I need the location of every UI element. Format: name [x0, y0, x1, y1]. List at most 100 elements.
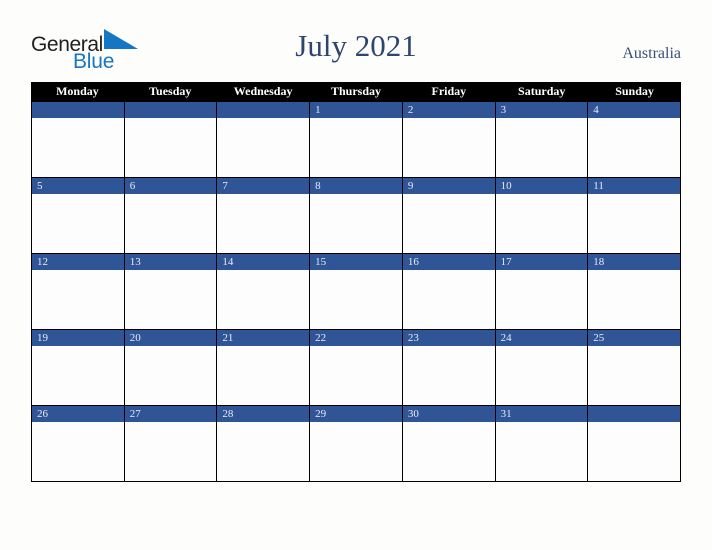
day-notes-area[interactable]	[217, 346, 309, 405]
day-cell[interactable]: 2	[402, 101, 496, 177]
day-notes-area[interactable]	[310, 346, 402, 405]
day-number: 11	[588, 178, 680, 194]
day-notes-area[interactable]	[32, 270, 124, 329]
day-notes-area[interactable]	[403, 194, 495, 253]
day-cell[interactable]: 5	[32, 177, 125, 253]
day-cell[interactable]: 28	[217, 405, 311, 481]
day-cell[interactable]	[124, 101, 218, 177]
day-number: 18	[588, 254, 680, 270]
day-notes-area[interactable]	[125, 194, 217, 253]
day-notes-area[interactable]	[32, 346, 124, 405]
day-notes-area[interactable]	[403, 422, 495, 481]
day-number: 30	[402, 406, 495, 422]
calendar-grid: Monday Tuesday Wednesday Thursday Friday…	[31, 82, 681, 482]
week-row: 1 2 3 4	[32, 101, 681, 177]
day-notes-area[interactable]	[125, 422, 217, 481]
day-number: 20	[124, 330, 217, 346]
day-notes-area[interactable]	[32, 118, 124, 177]
day-notes-area[interactable]	[588, 118, 680, 177]
day-cell[interactable]: 9	[402, 177, 496, 253]
day-notes-area[interactable]	[403, 118, 495, 177]
day-cell[interactable]	[588, 405, 681, 481]
day-number: 6	[124, 178, 217, 194]
day-notes-area[interactable]	[588, 194, 680, 253]
day-cell[interactable]: 18	[588, 253, 681, 329]
day-cell[interactable]: 8	[310, 177, 403, 253]
day-cell[interactable]: 24	[495, 329, 589, 405]
day-notes-area[interactable]	[496, 118, 588, 177]
week-row: 5 6 7 8 9 10 11	[32, 177, 681, 253]
day-notes-area[interactable]	[310, 422, 402, 481]
day-cell[interactable]: 21	[217, 329, 311, 405]
day-number: 26	[32, 406, 124, 422]
day-number: 8	[310, 178, 402, 194]
day-notes-area[interactable]	[496, 270, 588, 329]
day-cell[interactable]: 31	[495, 405, 589, 481]
day-notes-area[interactable]	[310, 194, 402, 253]
day-notes-area[interactable]	[588, 422, 680, 481]
day-notes-area[interactable]	[217, 118, 309, 177]
day-number: 1	[310, 102, 402, 118]
day-number: 3	[495, 102, 588, 118]
day-number: 21	[217, 330, 310, 346]
day-notes-area[interactable]	[32, 194, 124, 253]
day-number: 10	[495, 178, 588, 194]
day-notes-area[interactable]	[588, 346, 680, 405]
country-label: Australia	[622, 45, 681, 62]
day-notes-area[interactable]	[32, 422, 124, 481]
day-cell[interactable]: 30	[402, 405, 496, 481]
weekday-tuesday: Tuesday	[149, 84, 192, 98]
day-cell[interactable]: 19	[32, 329, 125, 405]
day-cell[interactable]: 14	[217, 253, 311, 329]
weekday-wednesday: Wednesday	[233, 84, 293, 98]
day-notes-area[interactable]	[217, 422, 309, 481]
day-cell[interactable]: 6	[124, 177, 218, 253]
day-notes-area[interactable]	[217, 194, 309, 253]
day-number: 22	[310, 330, 402, 346]
day-notes-area[interactable]	[588, 270, 680, 329]
day-number: 5	[32, 178, 124, 194]
day-cell[interactable]	[32, 101, 125, 177]
day-cell[interactable]: 11	[588, 177, 681, 253]
day-notes-area[interactable]	[125, 270, 217, 329]
day-cell[interactable]: 23	[402, 329, 496, 405]
day-cell[interactable]: 22	[310, 329, 403, 405]
weekday-friday: Friday	[431, 84, 467, 98]
day-number: 2	[402, 102, 495, 118]
day-cell[interactable]: 15	[310, 253, 403, 329]
page-header: General Blue July 2021 Australia	[0, 0, 712, 82]
day-notes-area[interactable]	[496, 194, 588, 253]
weekday-sunday: Sunday	[615, 84, 654, 98]
day-notes-area[interactable]	[496, 422, 588, 481]
day-cell[interactable]	[217, 101, 311, 177]
day-number: 31	[495, 406, 588, 422]
day-notes-area[interactable]	[217, 270, 309, 329]
day-notes-area[interactable]	[403, 346, 495, 405]
day-notes-area[interactable]	[125, 118, 217, 177]
day-cell[interactable]: 27	[124, 405, 218, 481]
day-cell[interactable]: 20	[124, 329, 218, 405]
day-notes-area[interactable]	[403, 270, 495, 329]
day-number	[217, 102, 310, 118]
day-cell[interactable]: 7	[217, 177, 311, 253]
day-cell[interactable]: 25	[588, 329, 681, 405]
day-cell[interactable]: 17	[495, 253, 589, 329]
day-notes-area[interactable]	[496, 346, 588, 405]
day-number: 7	[217, 178, 310, 194]
day-cell[interactable]: 16	[402, 253, 496, 329]
day-cell[interactable]: 10	[495, 177, 589, 253]
day-notes-area[interactable]	[310, 270, 402, 329]
day-number: 16	[402, 254, 495, 270]
day-cell[interactable]: 13	[124, 253, 218, 329]
day-cell[interactable]: 12	[32, 253, 125, 329]
calendar-page: General Blue July 2021 Australia Monday …	[0, 0, 712, 550]
day-cell[interactable]: 3	[495, 101, 589, 177]
day-notes-area[interactable]	[310, 118, 402, 177]
day-cell[interactable]: 29	[310, 405, 403, 481]
day-cell[interactable]: 4	[588, 101, 681, 177]
day-cell[interactable]: 26	[32, 405, 125, 481]
day-cell[interactable]: 1	[310, 101, 403, 177]
day-notes-area[interactable]	[125, 346, 217, 405]
day-number: 9	[402, 178, 495, 194]
day-number: 4	[588, 102, 680, 118]
